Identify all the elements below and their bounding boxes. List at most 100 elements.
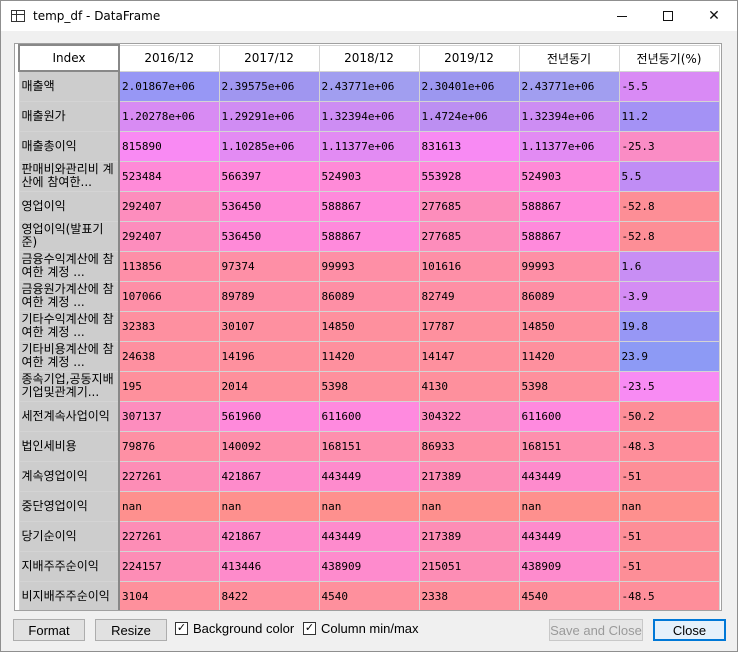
column-minmax-checkbox[interactable]: ✓ Column min/max — [303, 621, 419, 636]
table-cell[interactable]: nan — [418, 490, 520, 522]
row-index-label[interactable]: 기타수익계산에 참여한 계정 ... — [18, 310, 120, 342]
row-index-label[interactable]: 비지배주주순이익 — [18, 580, 120, 610]
column-header[interactable]: 2016/12 — [118, 44, 220, 72]
table-cell[interactable]: 304322 — [418, 400, 520, 432]
table-cell[interactable]: 23.9 — [618, 340, 720, 372]
minimize-button[interactable] — [599, 1, 645, 31]
row-index-label[interactable]: 영업이익 — [18, 190, 120, 222]
table-cell[interactable]: nan — [118, 490, 220, 522]
table-cell[interactable]: 443449 — [518, 460, 620, 492]
resize-button[interactable]: Resize — [95, 619, 167, 641]
row-index-label[interactable]: 중단영업이익 — [18, 490, 120, 522]
table-cell[interactable]: 1.32394e+06 — [318, 100, 420, 132]
table-cell[interactable]: 611600 — [518, 400, 620, 432]
table-cell[interactable]: 443449 — [318, 520, 420, 552]
table-cell[interactable]: 99993 — [318, 250, 420, 282]
table-cell[interactable]: 588867 — [318, 190, 420, 222]
table-cell[interactable]: nan — [318, 490, 420, 522]
row-index-label[interactable]: 판매비와관리비 계산에 참여한... — [18, 160, 120, 192]
table-cell[interactable]: 107066 — [118, 280, 220, 312]
title-bar[interactable]: temp_df - DataFrame ✕ — [1, 1, 737, 31]
table-cell[interactable]: 14850 — [518, 310, 620, 342]
table-cell[interactable]: 86089 — [318, 280, 420, 312]
table-cell[interactable]: 2338 — [418, 580, 520, 610]
table-cell[interactable]: 195 — [118, 370, 220, 402]
table-cell[interactable]: 588867 — [518, 220, 620, 252]
table-cell[interactable]: 11.2 — [618, 100, 720, 132]
table-cell[interactable]: 307137 — [118, 400, 220, 432]
table-cell[interactable]: 588867 — [518, 190, 620, 222]
row-index-label[interactable]: 종속기업,공동지배기업및관계기... — [18, 370, 120, 402]
table-cell[interactable]: 2014 — [218, 370, 320, 402]
row-index-label[interactable]: 영업이익(발표기준) — [18, 220, 120, 252]
table-cell[interactable]: 443449 — [518, 520, 620, 552]
table-cell[interactable]: 11420 — [318, 340, 420, 372]
table-cell[interactable]: nan — [518, 490, 620, 522]
table-cell[interactable]: -5.5 — [618, 70, 720, 102]
table-cell[interactable]: 438909 — [518, 550, 620, 582]
table-cell[interactable]: 1.11377e+06 — [518, 130, 620, 162]
table-cell[interactable]: 32383 — [118, 310, 220, 342]
row-index-label[interactable]: 지배주주순이익 — [18, 550, 120, 582]
row-index-label[interactable]: 기타비용계산에 참여한 계정 ... — [18, 340, 120, 372]
table-cell[interactable]: 1.11377e+06 — [318, 130, 420, 162]
table-cell[interactable]: -3.9 — [618, 280, 720, 312]
table-cell[interactable]: 14850 — [318, 310, 420, 342]
table-cell[interactable]: 113856 — [118, 250, 220, 282]
table-cell[interactable]: 227261 — [118, 520, 220, 552]
table-cell[interactable]: 217389 — [418, 460, 520, 492]
table-cell[interactable]: 5.5 — [618, 160, 720, 192]
column-header[interactable]: 전년동기 — [518, 44, 620, 72]
table-cell[interactable]: 523484 — [118, 160, 220, 192]
table-cell[interactable]: 30107 — [218, 310, 320, 342]
table-cell[interactable]: 2.01867e+06 — [118, 70, 220, 102]
table-cell[interactable]: 217389 — [418, 520, 520, 552]
close-window-button[interactable]: ✕ — [691, 1, 737, 31]
table-cell[interactable]: 168151 — [518, 430, 620, 462]
row-index-label[interactable]: 법인세비용 — [18, 430, 120, 462]
table-cell[interactable]: 292407 — [118, 190, 220, 222]
table-cell[interactable]: 86089 — [518, 280, 620, 312]
table-cell[interactable]: -51 — [618, 520, 720, 552]
table-cell[interactable]: 86933 — [418, 430, 520, 462]
maximize-button[interactable] — [645, 1, 691, 31]
table-cell[interactable]: 438909 — [318, 550, 420, 582]
table-cell[interactable]: 831613 — [418, 130, 520, 162]
table-cell[interactable]: 5398 — [318, 370, 420, 402]
save-and-close-button[interactable]: Save and Close — [549, 619, 643, 641]
table-cell[interactable]: 19.8 — [618, 310, 720, 342]
table-cell[interactable]: -51 — [618, 550, 720, 582]
table-cell[interactable]: 17787 — [418, 310, 520, 342]
table-cell[interactable]: nan — [618, 490, 720, 522]
table-cell[interactable]: 2.43771e+06 — [318, 70, 420, 102]
table-cell[interactable]: 566397 — [218, 160, 320, 192]
table-cell[interactable]: 413446 — [218, 550, 320, 582]
table-cell[interactable]: 5398 — [518, 370, 620, 402]
table-cell[interactable]: 1.10285e+06 — [218, 130, 320, 162]
table-cell[interactable]: 168151 — [318, 430, 420, 462]
table-cell[interactable]: 79876 — [118, 430, 220, 462]
table-cell[interactable]: 536450 — [218, 220, 320, 252]
table-cell[interactable]: 215051 — [418, 550, 520, 582]
table-cell[interactable]: 97374 — [218, 250, 320, 282]
table-cell[interactable]: 1.29291e+06 — [218, 100, 320, 132]
table-cell[interactable]: 1.20278e+06 — [118, 100, 220, 132]
table-cell[interactable]: 443449 — [318, 460, 420, 492]
table-cell[interactable]: 277685 — [418, 220, 520, 252]
table-cell[interactable]: -48.3 — [618, 430, 720, 462]
table-cell[interactable]: nan — [218, 490, 320, 522]
table-cell[interactable]: 82749 — [418, 280, 520, 312]
column-header[interactable]: 전년동기(%) — [618, 44, 720, 72]
table-cell[interactable]: 2.30401e+06 — [418, 70, 520, 102]
format-button[interactable]: Format — [13, 619, 85, 641]
table-cell[interactable]: 2.43771e+06 — [518, 70, 620, 102]
table-cell[interactable]: 536450 — [218, 190, 320, 222]
table-cell[interactable]: 553928 — [418, 160, 520, 192]
table-cell[interactable]: -23.5 — [618, 370, 720, 402]
table-cell[interactable]: 421867 — [218, 520, 320, 552]
background-color-checkbox[interactable]: ✓ Background color — [175, 621, 294, 636]
row-index-label[interactable]: 금융수익계산에 참여한 계정 ... — [18, 250, 120, 282]
table-cell[interactable]: 4540 — [518, 580, 620, 610]
column-header[interactable]: 2018/12 — [318, 44, 420, 72]
table-cell[interactable]: 588867 — [318, 220, 420, 252]
